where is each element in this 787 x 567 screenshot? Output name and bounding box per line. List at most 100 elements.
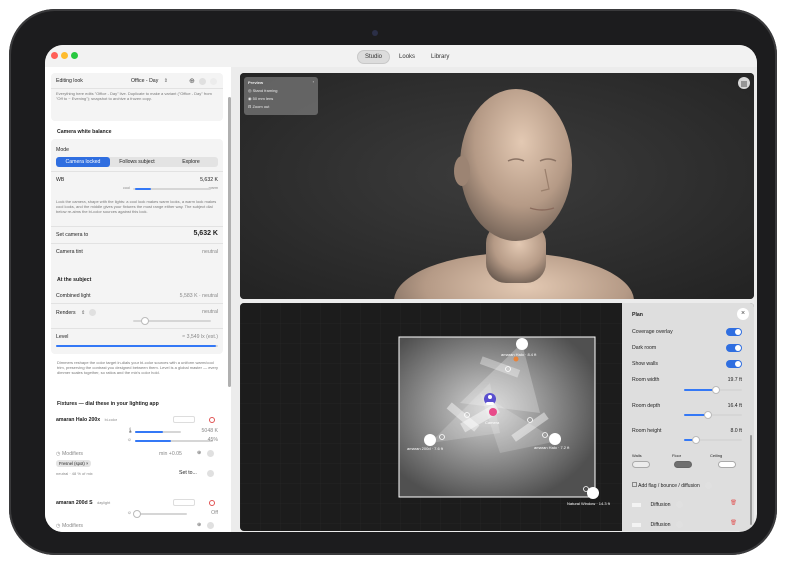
sidebar-scrollbar[interactable] <box>228 97 231 387</box>
room-width-value: 19.7 ft <box>727 377 742 383</box>
snapshot-icon[interactable] <box>209 78 217 86</box>
fixture-menu-icon[interactable] <box>207 522 214 529</box>
wb-value: 5,632 K <box>200 177 218 183</box>
mode-segmented: Camera locked Follows subject Explore <box>56 157 218 167</box>
fixture-pct-value: 45% <box>207 437 218 443</box>
room-width-slider[interactable] <box>684 386 742 394</box>
tab-studio[interactable]: Studio <box>357 49 391 64</box>
subject-description: Dimmers reshape the color target in-dial… <box>57 360 218 375</box>
coverage-toggle[interactable] <box>726 328 742 336</box>
light-label: amaran Halo · 8.4 ft <box>501 352 537 357</box>
show-walls-toggle[interactable] <box>726 360 742 368</box>
close-window-button[interactable] <box>51 52 58 59</box>
light-marker[interactable] <box>587 487 599 499</box>
renders-slider[interactable] <box>133 317 211 325</box>
fixture-remove-icon[interactable] <box>209 500 215 506</box>
preview-collapse-icon[interactable]: › <box>313 79 314 84</box>
cwb-description: Lock the camera, shape with the lights: … <box>56 199 217 214</box>
trash-icon[interactable]: 🗑 <box>730 500 749 506</box>
title-bar: Studio Looks Library <box>45 45 757 67</box>
mode-camera-locked[interactable]: Camera locked <box>56 157 110 167</box>
ceiling-label: Ceiling <box>710 453 723 458</box>
combined-value: 5,583 K · neutral <box>179 293 218 299</box>
modifiers-icon: ◷ <box>56 523 61 529</box>
diffusion-menu-icon[interactable] <box>676 501 683 508</box>
modifier-tag[interactable]: Fresnel (spot) × <box>56 460 92 467</box>
add-flag-checkbox[interactable] <box>632 482 637 487</box>
room-height-value: 8.0 ft <box>730 428 742 434</box>
camera-label: Camera <box>485 420 500 425</box>
add-flag-menu-icon[interactable] <box>705 482 713 490</box>
sidebar: Editing look Office - Day ⇕ ⊕ Everything… <box>45 67 231 532</box>
walls-swatch[interactable] <box>632 461 650 468</box>
zoom-window-button[interactable] <box>71 52 78 59</box>
app-window: Studio Looks Library Editing look Office… <box>45 45 757 532</box>
room-depth-value: 16.4 ft <box>727 403 742 409</box>
close-icon[interactable]: × <box>737 308 749 320</box>
tab-looks[interactable]: Looks <box>392 51 422 63</box>
fixture-card-200d: amaran 200d S daylight ☼ Off ◷ Modifiers… <box>51 494 223 532</box>
diffusion-swatch <box>632 522 641 527</box>
lens-icon: ◉ <box>248 96 252 101</box>
fixture-menu-icon[interactable] <box>207 450 214 457</box>
tab-library[interactable]: Library <box>424 51 456 63</box>
fixture-name-input[interactable] <box>173 499 195 506</box>
floor-plan: amaran Halo · 8.4 ft amaran 200d · 7.6 f… <box>240 303 622 531</box>
frame-icon: ◎ <box>248 88 252 93</box>
set-to-menu-icon[interactable] <box>207 470 214 477</box>
renders-value: neutral <box>202 309 218 315</box>
main-tabs: Studio Looks Library <box>357 49 456 64</box>
look-label: Editing look <box>56 78 83 84</box>
modifiers-label[interactable]: Modifiers <box>62 451 83 457</box>
floor-swatch[interactable] <box>674 461 692 468</box>
camera-marker[interactable] <box>489 408 497 416</box>
dark-room-toggle[interactable] <box>726 344 742 352</box>
plan-viewport[interactable]: amaran Halo · 8.4 ft amaran 200d · 7.6 f… <box>240 303 754 531</box>
modifiers-icon: ◷ <box>56 451 61 457</box>
light-marker[interactable] <box>549 433 561 445</box>
viewport-menu-button[interactable] <box>738 77 750 89</box>
look-description: Everything here edits "Office - Day" liv… <box>56 91 212 101</box>
minimize-window-button[interactable] <box>61 52 68 59</box>
look-stepper-icon[interactable]: ⇕ <box>164 78 168 84</box>
preview-title: Preview <box>248 80 264 85</box>
diffusion-menu-icon[interactable] <box>676 521 683 528</box>
fixture-type: bi-color <box>104 418 118 422</box>
room-depth-slider[interactable] <box>684 411 742 419</box>
fixtures-heading: Fixtures — dial these in your lighting a… <box>57 401 159 407</box>
mode-follows-subject[interactable]: Follows subject <box>110 157 164 167</box>
render-viewport[interactable]: Preview › ◎ Stand framing ◉ 50 mm lens ⊟… <box>240 73 754 299</box>
ceiling-swatch[interactable] <box>718 461 736 468</box>
look-card: Editing look Office - Day ⇕ ⊕ Everything… <box>51 73 223 121</box>
fixture-name: amaran Halo 200x <box>56 417 101 423</box>
diffusion-swatch <box>632 502 641 507</box>
light-label: amaran 200d · 7.6 ft <box>407 446 444 451</box>
add-flag-label[interactable]: Add flag / bounce / diffusion <box>638 483 700 489</box>
mode-explore[interactable]: Explore <box>164 157 218 167</box>
camera-tint-value: neutral <box>202 249 218 255</box>
room-height-slider[interactable] <box>684 436 742 444</box>
fixture-name-input[interactable] <box>173 416 195 423</box>
wb-slider[interactable] <box>133 188 211 190</box>
fixture-pct-value: Off <box>211 510 218 516</box>
light-marker[interactable] <box>516 338 528 350</box>
plan-panel-scrollbar[interactable] <box>750 435 752 525</box>
preview-item[interactable]: ◉ 50 mm lens <box>248 96 273 101</box>
trash-icon[interactable]: 🗑 <box>730 520 749 526</box>
diffusion-label: Diffusion <box>650 501 671 508</box>
plan-panel: Plan × Coverage overlay Dark room Show w… <box>622 303 754 531</box>
fixture-remove-icon[interactable] <box>209 417 215 423</box>
cwb-card: Mode Camera locked Follows subject Explo… <box>51 139 223 297</box>
set-camera-value: 5,632 K <box>193 230 218 237</box>
duplicate-icon[interactable]: ⊕ <box>189 78 195 85</box>
preview-item[interactable]: ◎ Stand framing <box>248 88 278 93</box>
light-marker[interactable] <box>424 434 436 446</box>
modifiers-label[interactable]: Modifiers <box>62 523 83 529</box>
cwb-heading: Camera white balance <box>57 129 112 135</box>
preview-item[interactable]: ⊟ Zoom out <box>248 104 269 109</box>
more-icon[interactable] <box>199 78 207 86</box>
level-slider[interactable] <box>56 345 218 347</box>
light-label: Natural Window · 14.3 ft <box>567 501 611 506</box>
look-select[interactable]: Office - Day <box>131 78 158 84</box>
fixture-type: daylight <box>97 501 111 505</box>
